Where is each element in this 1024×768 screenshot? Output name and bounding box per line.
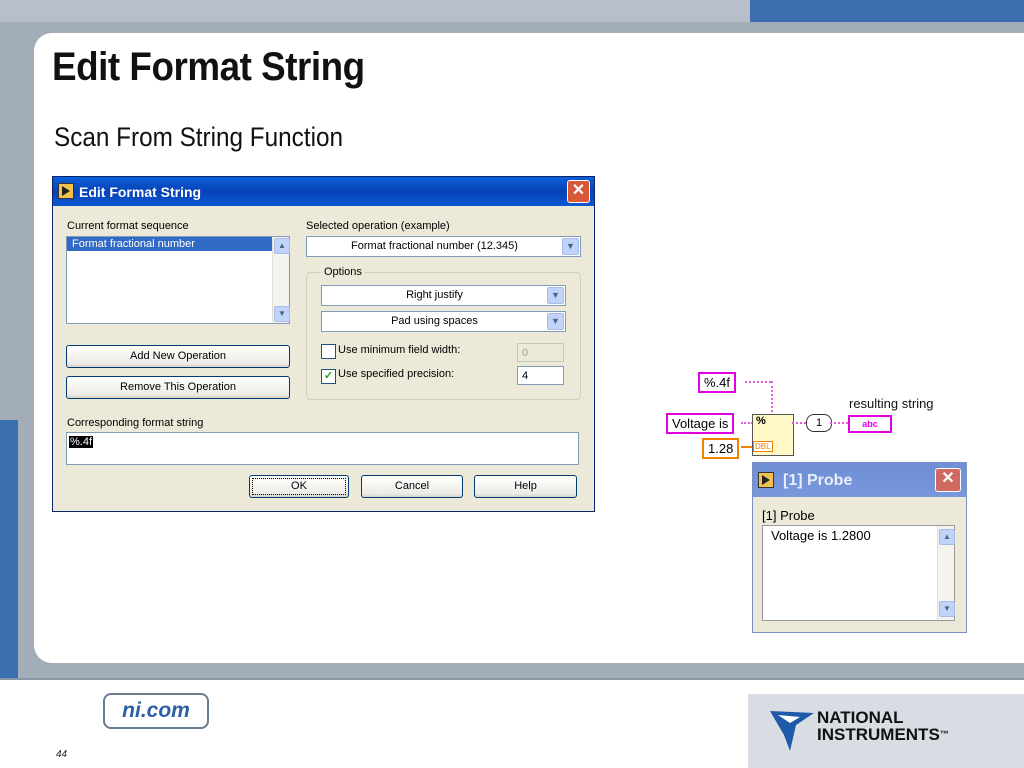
scrollbar[interactable]: ▲ ▼ <box>272 237 290 323</box>
padding-select[interactable]: Pad using spaces ▼ <box>321 311 566 332</box>
scrollbar[interactable]: ▲ ▼ <box>937 526 955 620</box>
cancel-button[interactable]: Cancel <box>361 475 463 498</box>
dbl-tag: DBL <box>753 441 773 452</box>
close-icon[interactable]: ✕ <box>935 468 961 492</box>
current-format-sequence-label: Current format sequence <box>67 220 189 232</box>
ok-button[interactable]: OK <box>249 475 349 498</box>
number-constant[interactable]: 1.28 <box>702 438 740 459</box>
format-string-field[interactable]: %.4f <box>66 432 579 465</box>
labview-app-icon <box>758 472 774 488</box>
probe-label: [1] Probe <box>762 508 815 523</box>
chevron-down-icon[interactable]: ▼ <box>547 313 564 330</box>
scroll-down-icon[interactable]: ▼ <box>274 306 290 322</box>
padding-value: Pad using spaces <box>391 315 478 327</box>
selected-operation-select[interactable]: Format fractional number (12.345) ▼ <box>306 236 581 257</box>
list-item[interactable]: Format fractional number <box>67 237 272 251</box>
ni-eagle-logo-icon <box>770 711 814 753</box>
format-sequence-list[interactable]: Format fractional number ▲ ▼ <box>66 236 290 324</box>
slide-title: Edit Format String <box>52 45 365 89</box>
ni-wordmark-line1: NATIONAL <box>817 708 904 727</box>
precision-label: Use specified precision: <box>338 368 455 380</box>
probe-value-display[interactable]: Voltage is 1.2800 ▲ ▼ <box>762 525 955 621</box>
format-wire <box>745 381 771 383</box>
ni-wordmark-line2: INSTRUMENTS™ <box>817 725 949 744</box>
probe-window: [1] Probe ✕ [1] Probe Voltage is 1.2800 … <box>752 462 967 633</box>
options-label: Options <box>321 266 365 278</box>
format-node-glyph: % <box>756 415 766 427</box>
close-icon[interactable]: ✕ <box>567 180 590 203</box>
scroll-down-icon[interactable]: ▼ <box>939 601 955 617</box>
dialog-title: Edit Format String <box>79 184 202 200</box>
website-text: ni.com <box>122 699 190 722</box>
precision-input[interactable]: 4 <box>517 366 564 385</box>
format-string-label: Corresponding format string <box>67 417 204 429</box>
labview-app-icon <box>58 183 74 199</box>
min-field-width-input[interactable]: 0 <box>517 343 564 362</box>
index-constant[interactable]: 1 <box>806 414 832 432</box>
probe-title: [1] Probe <box>783 472 853 489</box>
dialog-title-bar[interactable]: Edit Format String ✕ <box>53 177 594 206</box>
selected-operation-value: Format fractional number (12.345) <box>351 240 518 252</box>
result-wire <box>830 422 848 424</box>
chevron-down-icon[interactable]: ▼ <box>547 287 564 304</box>
result-label: resulting string <box>849 396 934 411</box>
min-field-width-label: Use minimum field width: <box>338 344 461 356</box>
format-string-value: %.4f <box>69 436 94 448</box>
probe-value: Voltage is 1.2800 <box>771 528 871 543</box>
page-number: 44 <box>56 749 68 760</box>
format-into-string-node[interactable]: % DBL <box>752 414 794 456</box>
slide-subtitle: Scan From String Function <box>54 122 344 152</box>
chevron-down-icon[interactable]: ▼ <box>562 238 579 255</box>
edit-format-string-dialog: Edit Format String ✕ Current format sequ… <box>52 176 595 512</box>
add-operation-button[interactable]: Add New Operation <box>66 345 290 368</box>
format-wire-vertical <box>771 381 773 416</box>
justify-select[interactable]: Right justify ▼ <box>321 285 566 306</box>
resulting-string-indicator[interactable]: abc <box>848 415 892 433</box>
left-accent <box>0 420 18 680</box>
output-wire <box>792 422 806 424</box>
ni-wordmark: NATIONAL INSTRUMENTS™ <box>817 709 949 743</box>
min-field-width-checkbox[interactable] <box>321 344 336 359</box>
input-string-constant[interactable]: Voltage is <box>666 413 735 434</box>
justify-value: Right justify <box>406 289 463 301</box>
scroll-up-icon[interactable]: ▲ <box>939 529 955 545</box>
website-badge[interactable]: ni.com <box>103 693 209 729</box>
selected-operation-label: Selected operation (example) <box>306 220 450 232</box>
format-string-constant[interactable]: %.4f <box>698 372 737 393</box>
probe-title-bar[interactable]: [1] Probe ✕ <box>753 463 966 497</box>
top-right-accent <box>750 0 1024 22</box>
help-button[interactable]: Help <box>474 475 577 498</box>
precision-checkbox[interactable]: ✓ <box>321 369 336 384</box>
remove-operation-button[interactable]: Remove This Operation <box>66 376 290 399</box>
scroll-up-icon[interactable]: ▲ <box>274 238 290 254</box>
